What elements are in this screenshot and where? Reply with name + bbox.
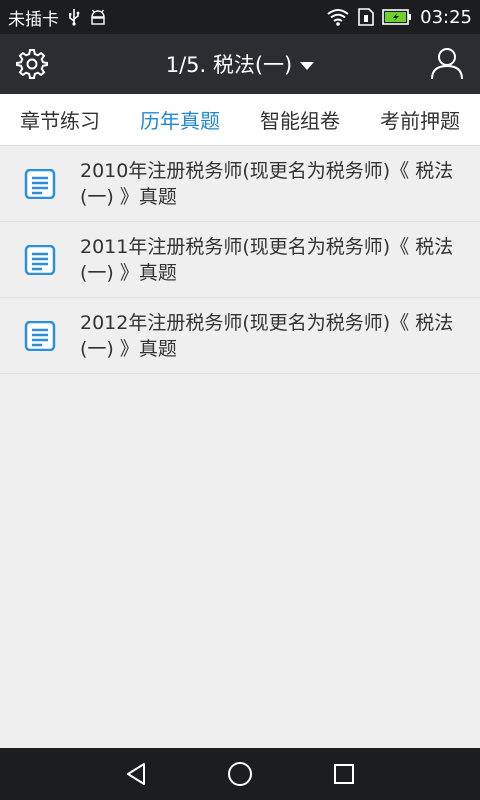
- list-item-title: 2011年注册税务师(现更名为税务师)《 税法(一) 》真题: [80, 235, 454, 284]
- sim-icon: [358, 8, 374, 26]
- document-icon: [24, 168, 56, 199]
- android-debug-icon: [89, 9, 107, 25]
- list-item[interactable]: 2011年注册税务师(现更名为税务师)《 税法(一) 》真题: [0, 222, 480, 298]
- carrier-text: 未插卡: [8, 9, 59, 30]
- home-circle-icon[interactable]: [223, 757, 257, 791]
- battery-charging-icon: [382, 9, 412, 25]
- back-triangle-icon[interactable]: [119, 757, 153, 791]
- caret-down-icon: [300, 52, 315, 76]
- recents-square-icon[interactable]: [327, 757, 361, 791]
- subject-selector[interactable]: 1/5. 税法(一): [0, 34, 480, 94]
- page-title: 1/5. 税法(一): [165, 53, 293, 77]
- app-header: 1/5. 税法(一): [0, 34, 480, 94]
- list-item[interactable]: 2012年注册税务师(现更名为税务师)《 税法(一) 》真题: [0, 298, 480, 374]
- tab-pre-exam-predictions[interactable]: 考前押题: [360, 94, 480, 145]
- status-bar: 未插卡 03:25: [0, 0, 480, 34]
- list-item-title: 2010年注册税务师(现更名为税务师)《 税法(一) 》真题: [80, 159, 454, 208]
- document-icon: [24, 320, 56, 351]
- system-nav-bar: [0, 748, 480, 800]
- usb-icon: [67, 8, 81, 26]
- list-item[interactable]: 2010年注册税务师(现更名为税务师)《 税法(一) 》真题: [0, 146, 480, 222]
- exam-list: 2010年注册税务师(现更名为税务师)《 税法(一) 》真题 2011年注册税务…: [0, 146, 480, 374]
- user-icon[interactable]: [430, 46, 464, 80]
- list-item-title: 2012年注册税务师(现更名为税务师)《 税法(一) 》真题: [80, 311, 454, 360]
- document-icon: [24, 244, 56, 275]
- tab-chapter-practice[interactable]: 章节练习: [0, 94, 120, 145]
- tab-past-exams[interactable]: 历年真题: [120, 94, 240, 145]
- tab-bar: 章节练习 历年真题 智能组卷 考前押题: [0, 94, 480, 146]
- wifi-icon: [326, 8, 350, 26]
- tab-smart-paper[interactable]: 智能组卷: [240, 94, 360, 145]
- clock-time: 03:25: [420, 6, 472, 28]
